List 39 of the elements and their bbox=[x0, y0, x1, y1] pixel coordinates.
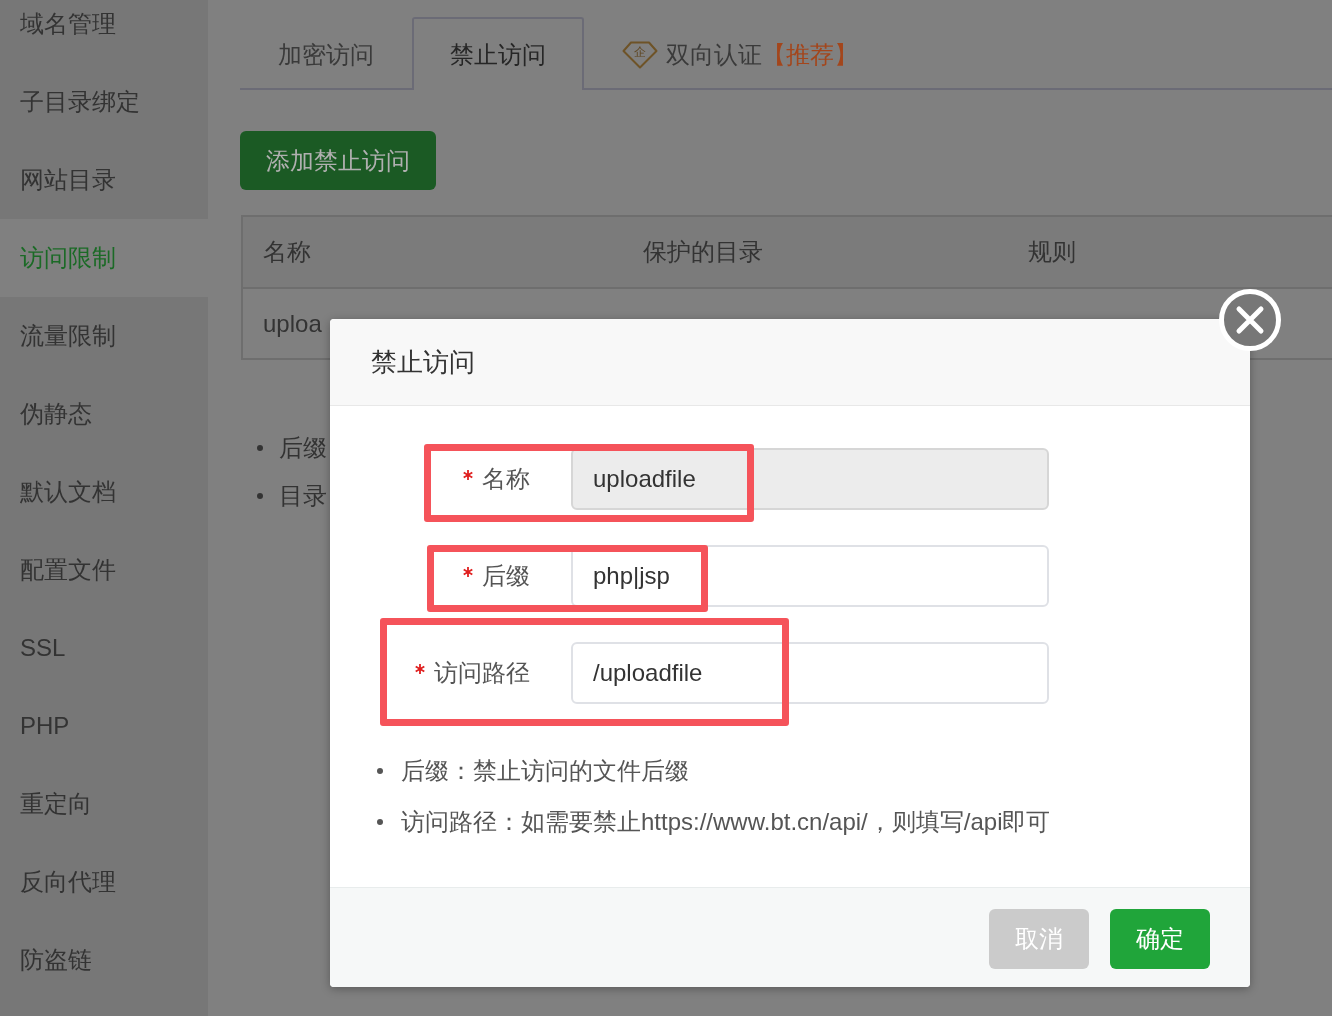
bullet-icon bbox=[257, 493, 263, 499]
sidebar-item[interactable]: 流量限制 bbox=[0, 297, 208, 375]
column-header: 名称 bbox=[263, 237, 311, 267]
sidebar-item[interactable]: 域名管理 bbox=[0, 0, 208, 63]
note-text: 后缀 bbox=[279, 433, 327, 463]
diamond-icon: 企 bbox=[622, 40, 658, 69]
input-field[interactable]: php|jsp bbox=[571, 545, 1049, 607]
bullet-icon bbox=[377, 818, 383, 825]
tab[interactable]: 企 双向认证【推荐】 bbox=[584, 17, 896, 90]
confirm-button[interactable]: 确定 bbox=[1110, 909, 1210, 969]
close-button[interactable] bbox=[1219, 289, 1281, 351]
dialog-title: 禁止访问 bbox=[371, 345, 475, 379]
tab[interactable]: 禁止访问 bbox=[412, 17, 584, 90]
sidebar-item[interactable]: 反向代理 bbox=[0, 843, 208, 921]
hint-text: 后缀：禁止访问的文件后缀 bbox=[401, 755, 689, 786]
input-field[interactable]: /uploadfile bbox=[571, 642, 1049, 704]
column-header: 规则 bbox=[1028, 237, 1076, 267]
tab[interactable]: 加密访问 bbox=[240, 17, 412, 90]
sidebar-item[interactable]: 访问限制 bbox=[0, 219, 208, 297]
field-label: 访问路径 bbox=[434, 658, 530, 688]
input-field[interactable]: uploadfile bbox=[571, 448, 1049, 510]
table-cell-text: uploa bbox=[263, 308, 322, 339]
add-button[interactable]: 添加禁止访问 bbox=[240, 131, 436, 190]
sidebar-item[interactable]: 重定向 bbox=[0, 765, 208, 843]
sidebar-item[interactable]: 子目录绑定 bbox=[0, 63, 208, 141]
column-header: 保护的目录 bbox=[643, 237, 763, 267]
sidebar-item[interactable]: SSL bbox=[0, 609, 208, 687]
sidebar-item[interactable]: 伪静态 bbox=[0, 375, 208, 453]
sidebar-item[interactable]: 配置文件 bbox=[0, 531, 208, 609]
sidebar-item[interactable]: 默认文档 bbox=[0, 453, 208, 531]
bullet-icon bbox=[257, 445, 263, 451]
sidebar-item[interactable]: 网站目录 bbox=[0, 141, 208, 219]
field-label: 后缀 bbox=[482, 561, 530, 591]
sidebar-item[interactable]: PHP bbox=[0, 687, 208, 765]
sidebar-item[interactable]: 防盗链 bbox=[0, 921, 208, 999]
note-text: 目录 bbox=[279, 481, 327, 511]
hint-text: 访问路径：如需要禁止https://www.bt.cn/api/，则填写/api即可 bbox=[401, 806, 1051, 837]
field-label: 名称 bbox=[482, 464, 530, 494]
bullet-icon bbox=[377, 767, 383, 774]
